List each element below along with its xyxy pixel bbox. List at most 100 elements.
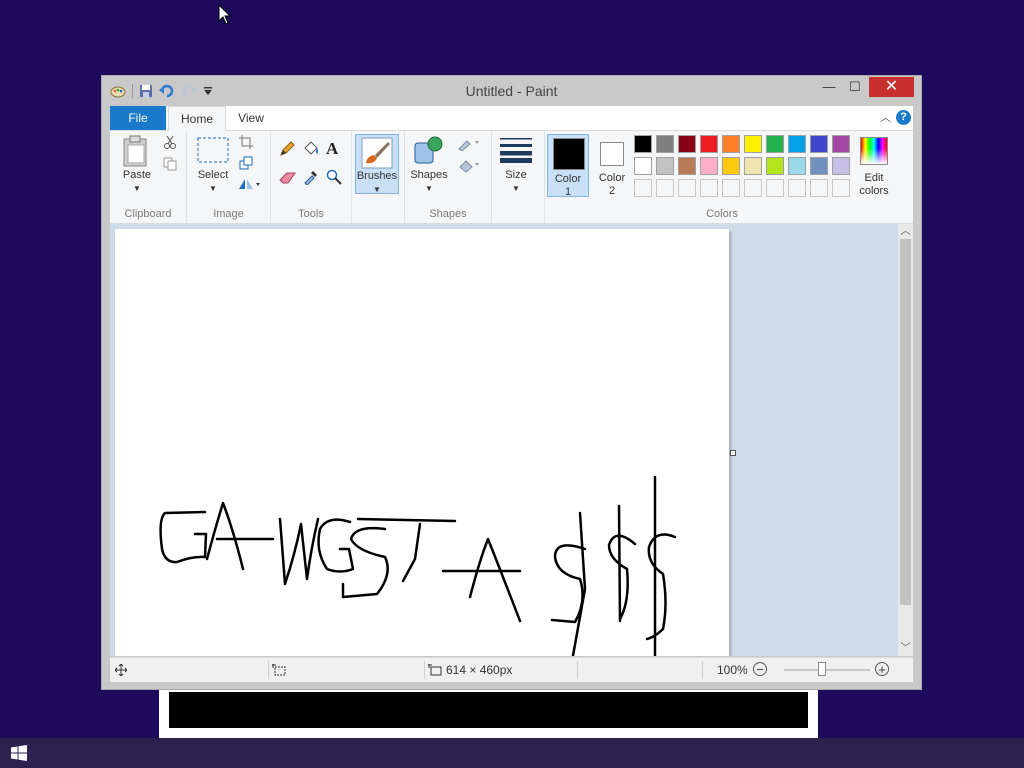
stroke-letter-g [159,510,208,564]
ribbon-tabs: File Home View ︿ ? [110,106,913,132]
canvas-resize-handle-right[interactable] [730,450,736,456]
zoom-in-button[interactable]: + [875,662,889,676]
palette-color-swatch[interactable] [678,135,696,153]
custom-color-slot[interactable] [678,179,696,197]
palette-color-swatch[interactable] [722,157,740,175]
zoom-slider-thumb[interactable] [818,662,826,676]
size-label: Size [505,169,527,181]
windows-start-icon[interactable] [11,745,27,761]
help-button[interactable]: ? [896,110,911,125]
shapes-icon [414,136,443,164]
brush-icon [361,137,393,169]
palette-color-swatch[interactable] [744,135,762,153]
crop-icon[interactable] [239,135,253,149]
edit-colors-button[interactable]: Edit colors [854,134,894,197]
title-bar[interactable]: Untitled - Paint — ☐ ✕ [102,76,921,106]
pencil-icon[interactable] [279,141,295,157]
custom-color-slot[interactable] [656,179,674,197]
magnifier-icon[interactable] [326,169,342,185]
shapes-dropdown-icon: ▼ [425,184,433,193]
custom-color-slot[interactable] [744,179,762,197]
size-icon [500,138,532,163]
minimize-button[interactable]: — [816,77,842,97]
paste-icon [123,135,147,167]
paste-button[interactable]: Paste ▼ [116,169,158,195]
stroke-dollar-1 [550,511,587,656]
zoom-slider-track[interactable] [784,669,870,671]
tab-view[interactable]: View [228,106,274,130]
palette-color-swatch[interactable] [634,157,652,175]
fill-icon[interactable] [457,159,483,173]
palette-color-swatch[interactable] [832,135,850,153]
color1-number: 1 [564,186,572,198]
palette-color-swatch[interactable] [700,157,718,175]
custom-color-slot[interactable] [810,179,828,197]
palette-color-swatch[interactable] [788,157,806,175]
custom-color-slot[interactable] [788,179,806,197]
resize-icon[interactable] [239,156,253,170]
palette-color-swatch[interactable] [766,157,784,175]
palette-color-swatch[interactable] [810,157,828,175]
scroll-thumb[interactable] [900,239,911,605]
palette-color-swatch[interactable] [700,135,718,153]
custom-color-slot[interactable] [634,179,652,197]
copy-icon[interactable] [163,157,177,171]
tab-file[interactable]: File [110,106,166,130]
color2-label: Color [598,172,626,184]
canvas-workspace[interactable] [110,224,898,656]
brushes-group: Brushes ▼ [352,131,405,223]
color2-button[interactable]: Color 2 [591,134,633,197]
size-dropdown-icon: ▼ [512,184,520,193]
select-dropdown-icon: ▼ [209,184,217,193]
outline-icon[interactable] [457,137,483,151]
zoom-out-button[interactable]: − [753,662,767,676]
edit-colors-label-line2: colors [859,185,889,197]
palette-color-swatch[interactable] [634,135,652,153]
palette-color-swatch[interactable] [656,157,674,175]
color-picker-icon[interactable] [303,169,319,185]
background-window[interactable] [159,686,818,738]
tools-group: A Tools [271,131,352,223]
collapse-ribbon-icon[interactable]: ︿ [880,109,891,125]
maximize-button[interactable]: ☐ [842,77,868,97]
scroll-up-icon[interactable]: ︿ [898,224,913,239]
rotate-icon[interactable] [238,177,262,191]
drawing-canvas[interactable] [115,229,729,656]
select-icon [197,137,229,163]
stroke-dollar-2 [607,504,637,623]
custom-color-slot[interactable] [722,179,740,197]
vertical-scrollbar[interactable]: ︿ ﹀ [898,224,913,656]
palette-color-swatch[interactable] [788,135,806,153]
palette-color-swatch[interactable] [744,157,762,175]
palette-color-swatch[interactable] [656,135,674,153]
eraser-icon[interactable] [279,171,297,185]
color1-button[interactable]: Color 1 [547,134,589,198]
close-button[interactable]: ✕ [869,77,914,97]
palette-color-swatch[interactable] [678,157,696,175]
palette-color-swatch[interactable] [810,135,828,153]
ribbon: Paste ▼ Clipboard Select ▼ Image A Tools… [110,131,913,224]
status-divider [268,661,269,679]
custom-color-slot[interactable] [766,179,784,197]
text-tool-icon[interactable]: A [326,139,338,159]
tools-group-label: Tools [298,208,324,220]
brushes-button[interactable]: Brushes ▼ [355,134,399,194]
edit-colors-label: Edit [864,172,884,184]
status-bar: 614 × 460px 100% − + [110,657,913,682]
fill-bucket-icon[interactable] [302,141,320,157]
cursor-position-icon [115,664,127,676]
tab-home[interactable]: Home [168,106,226,132]
size-button[interactable]: Size ▼ [494,169,538,195]
scroll-down-icon[interactable]: ﹀ [898,641,913,656]
custom-color-slot[interactable] [832,179,850,197]
window-title: Untitled - Paint [465,83,558,99]
custom-color-slot[interactable] [700,179,718,197]
palette-color-swatch[interactable] [832,157,850,175]
select-button[interactable]: Select ▼ [191,169,235,195]
palette-color-swatch[interactable] [766,135,784,153]
shapes-button[interactable]: Shapes ▼ [407,169,451,195]
cut-icon[interactable] [163,135,177,149]
image-group-label: Image [213,208,244,220]
palette-color-swatch[interactable] [722,135,740,153]
paste-label: Paste [122,169,152,181]
